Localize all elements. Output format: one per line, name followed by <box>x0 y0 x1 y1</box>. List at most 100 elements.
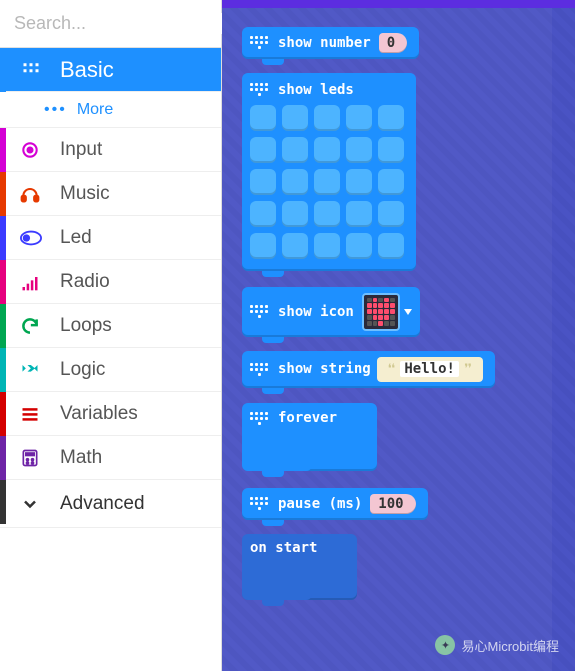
block-label: forever <box>278 410 337 426</box>
led-cell[interactable] <box>378 233 404 259</box>
sidebar-item-label: Led <box>60 227 92 249</box>
led-cell[interactable] <box>282 137 308 163</box>
watermark: ✦ 易心Microbit编程 <box>435 635 559 655</box>
sidebar-item-label: Music <box>60 183 110 205</box>
string-value[interactable]: Hello! <box>400 361 459 377</box>
grip-icon <box>250 409 268 427</box>
variables-icon <box>20 404 46 424</box>
sidebar-item-label: Loops <box>60 315 112 337</box>
block-show-leds[interactable]: show leds <box>242 73 416 271</box>
grip-icon <box>250 360 268 378</box>
category-color-bar <box>0 436 6 480</box>
led-cell[interactable] <box>250 233 276 259</box>
sidebar-item-advanced[interactable]: Advanced <box>0 480 221 528</box>
block-flyout: show number 0 show leds show icon show s… <box>222 8 552 671</box>
led-cell[interactable] <box>314 233 340 259</box>
sidebar-item-variables[interactable]: Variables <box>0 392 221 436</box>
category-color-bar <box>0 348 6 392</box>
number-input-slot[interactable]: 100 <box>370 494 415 514</box>
category-list: Basic •••More Input Music Led Radio Loops Logic… <box>0 48 221 671</box>
sidebar-item-label: Math <box>60 447 102 469</box>
block-on-start[interactable]: on start <box>242 534 357 600</box>
category-color-bar <box>0 172 6 216</box>
led-cell[interactable] <box>378 137 404 163</box>
watermark-text: 易心Microbit编程 <box>461 636 559 655</box>
grip-icon <box>250 34 268 52</box>
led-cell[interactable] <box>314 137 340 163</box>
grip-icon <box>250 303 268 321</box>
input-icon <box>20 140 46 160</box>
category-color-bar <box>0 216 6 260</box>
sidebar-item-label: Input <box>60 139 102 161</box>
sidebar-item-more[interactable]: •••More <box>0 92 221 128</box>
workspace-canvas[interactable]: show number 0 show leds show icon show s… <box>222 0 575 671</box>
number-input-slot[interactable]: 0 <box>379 33 407 53</box>
advanced-icon <box>20 494 46 514</box>
led-cell[interactable] <box>378 105 404 131</box>
sidebar-item-led[interactable]: Led <box>0 216 221 260</box>
led-cell[interactable] <box>282 233 308 259</box>
block-label: show leds <box>278 82 354 98</box>
led-grid[interactable] <box>250 105 404 259</box>
radio-icon <box>20 272 46 292</box>
block-label: show icon <box>278 304 354 320</box>
block-show-icon[interactable]: show icon <box>242 287 420 337</box>
led-cell[interactable] <box>282 169 308 195</box>
sidebar-item-input[interactable]: Input <box>0 128 221 172</box>
led-cell[interactable] <box>282 201 308 227</box>
led-cell[interactable] <box>346 169 372 195</box>
led-cell[interactable] <box>314 105 340 131</box>
sidebar-item-basic[interactable]: Basic <box>0 48 221 92</box>
led-cell[interactable] <box>314 201 340 227</box>
led-cell[interactable] <box>250 201 276 227</box>
sidebar-item-label: Basic <box>60 57 114 83</box>
block-label: on start <box>250 540 317 556</box>
led-cell[interactable] <box>250 137 276 163</box>
block-label: show string <box>278 361 371 377</box>
led-cell[interactable] <box>346 137 372 163</box>
category-color-bar <box>0 304 6 348</box>
music-icon <box>20 184 46 204</box>
category-color-bar <box>0 392 6 436</box>
led-cell[interactable] <box>346 201 372 227</box>
icon-dropdown[interactable] <box>362 293 400 331</box>
sidebar-item-label: More <box>77 101 113 119</box>
block-forever[interactable]: forever <box>242 403 377 471</box>
category-color-bar <box>0 480 6 524</box>
loops-icon <box>20 316 46 336</box>
grip-icon <box>250 81 268 99</box>
block-label: pause (ms) <box>278 496 362 512</box>
chevron-down-icon <box>404 309 412 315</box>
sidebar-item-math[interactable]: Math <box>0 436 221 480</box>
led-cell[interactable] <box>346 233 372 259</box>
sidebar-item-label: Radio <box>60 271 110 293</box>
category-color-bar <box>0 260 6 304</box>
led-icon <box>20 230 46 246</box>
search-input[interactable] <box>14 13 246 34</box>
block-label: show number <box>278 35 371 51</box>
basic-icon <box>20 61 46 79</box>
led-cell[interactable] <box>250 105 276 131</box>
math-icon <box>20 448 46 468</box>
led-cell[interactable] <box>250 169 276 195</box>
block-show-number[interactable]: show number 0 <box>242 27 419 59</box>
logic-icon <box>20 360 46 380</box>
search-row <box>0 0 221 48</box>
led-cell[interactable] <box>378 201 404 227</box>
sidebar-item-label: Logic <box>60 359 105 381</box>
sidebar-item-loops[interactable]: Loops <box>0 304 221 348</box>
led-cell[interactable] <box>282 105 308 131</box>
sidebar-item-label: Variables <box>60 403 138 425</box>
sidebar-item-music[interactable]: Music <box>0 172 221 216</box>
led-cell[interactable] <box>314 169 340 195</box>
led-cell[interactable] <box>378 169 404 195</box>
category-color-bar <box>0 48 6 92</box>
block-pause[interactable]: pause (ms) 100 <box>242 488 428 520</box>
sidebar-item-radio[interactable]: Radio <box>0 260 221 304</box>
sidebar-item-logic[interactable]: Logic <box>0 348 221 392</box>
string-input-slot[interactable]: ❝ Hello! ❞ <box>377 357 483 382</box>
block-show-string[interactable]: show string ❝ Hello! ❞ <box>242 351 495 388</box>
open-quote-icon: ❝ <box>383 360 401 379</box>
category-color-bar <box>0 128 6 172</box>
led-cell[interactable] <box>346 105 372 131</box>
